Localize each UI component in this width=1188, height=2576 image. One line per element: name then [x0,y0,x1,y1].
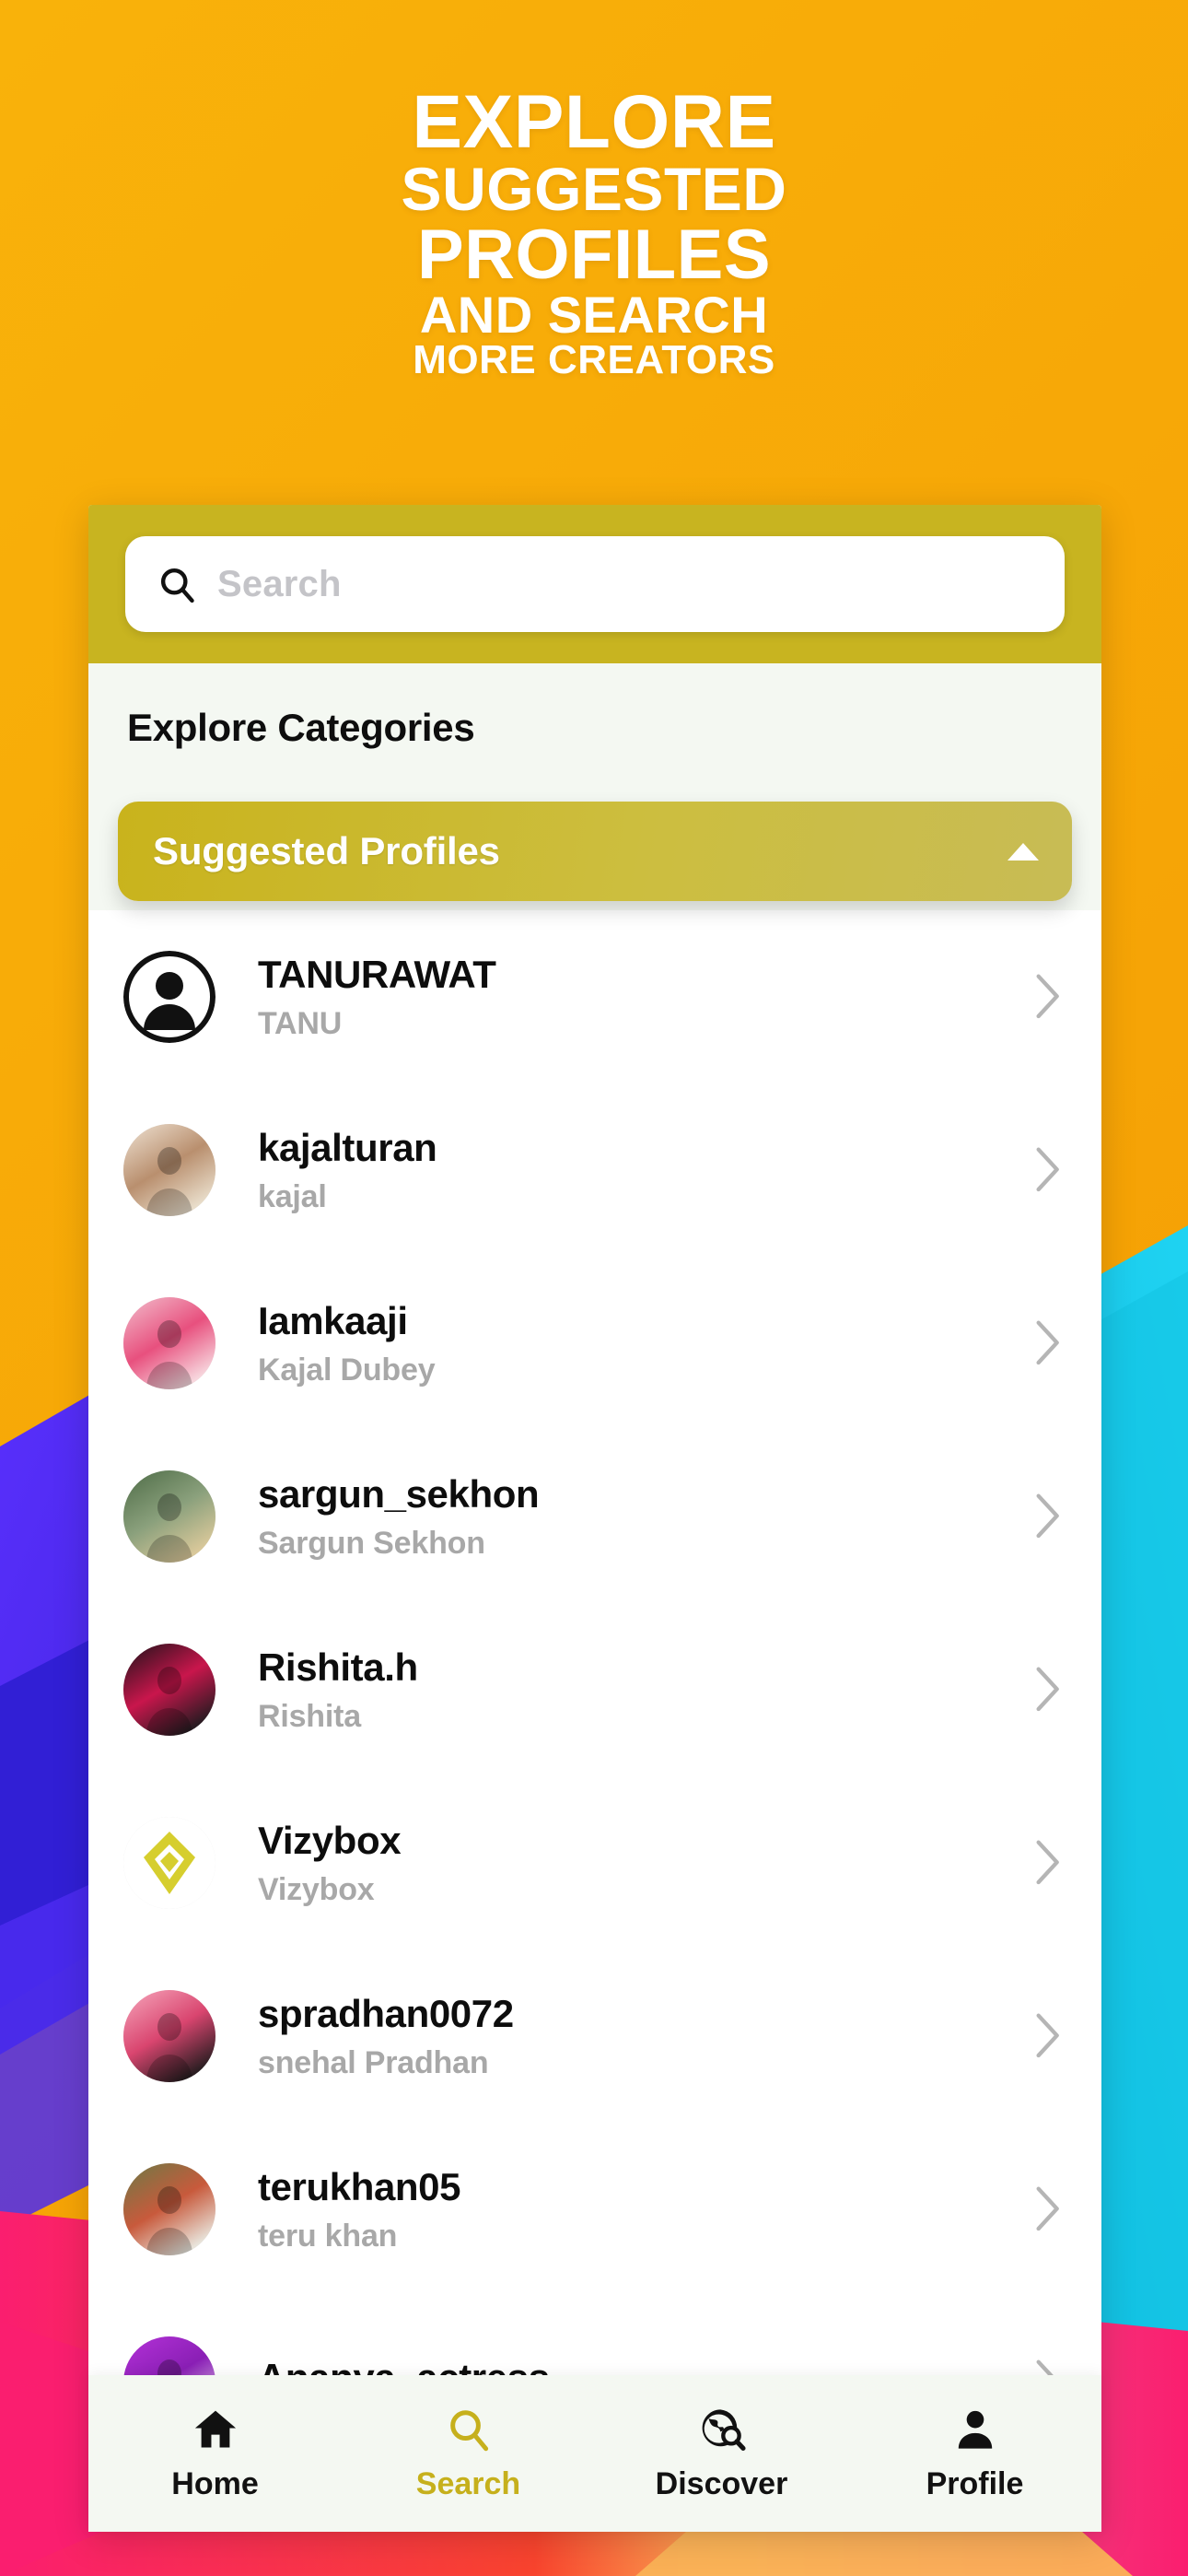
avatar [123,1470,215,1563]
chevron-right-icon[interactable] [1028,2183,1065,2236]
list-item[interactable]: spradhan0072 snehal Pradhan [88,1950,1101,2123]
chevron-right-icon[interactable] [1028,2009,1065,2063]
profile-username: kajalturan [258,1125,437,1169]
avatar [123,1297,215,1389]
globe-search-icon [698,2406,746,2453]
profile-fullname: Vizybox [258,1871,375,1907]
list-item[interactable]: TANURAWAT TANU [88,910,1101,1083]
avatar [123,1817,215,1909]
accordion-suggested-profiles[interactable]: Suggested Profiles [118,802,1072,901]
search-header-band: Search [88,505,1101,663]
profile-username: sargun_sekhon [258,1471,540,1516]
profile-text: TANURAWAT TANU [258,953,1028,1042]
chevron-right-icon[interactable] [1028,1143,1065,1197]
explore-content: Explore Categories Suggested Profiles TA… [88,663,1101,2532]
avatar [123,1990,215,2082]
list-item[interactable]: Vizybox Vizybox [88,1776,1101,1950]
profile-text: Iamkaaji Kajal Dubey [258,1299,1028,1388]
list-item[interactable]: Rishita.h Rishita [88,1603,1101,1776]
home-icon [192,2406,239,2453]
chevron-right-icon[interactable] [1028,1663,1065,1716]
nav-item-label: Profile [926,2465,1024,2501]
profile-fullname: snehal Pradhan [258,2044,489,2080]
avatar [123,1644,215,1736]
profile-fullname: Rishita [258,1698,361,1734]
profile-username: Rishita.h [258,1645,418,1689]
profile-fullname: kajal [258,1178,327,1214]
search-input-placeholder[interactable]: Search [217,564,342,605]
profile-username: terukhan05 [258,2164,461,2208]
profile-username: Vizybox [258,1818,402,1862]
profile-username: TANURAWAT [258,952,496,996]
search-field-wrapper[interactable]: Search [125,536,1065,632]
person-icon [951,2406,999,2453]
nav-item-home[interactable]: Home [88,2406,342,2502]
list-item[interactable]: sargun_sekhon Sargun Sekhon [88,1430,1101,1603]
chevron-up-icon[interactable] [1007,842,1039,861]
chevron-right-icon[interactable] [1028,1490,1065,1543]
list-item[interactable]: Iamkaaji Kajal Dubey [88,1257,1101,1430]
nav-item-label: Discover [655,2465,788,2501]
profile-text: terukhan05 teru khan [258,2165,1028,2254]
nav-item-label: Search [415,2465,521,2501]
avatar [123,951,215,1043]
search-icon [445,2406,493,2453]
profile-text: kajalturan kajal [258,1126,1028,1215]
nav-item-discover[interactable]: Discover [595,2406,848,2502]
accordion-label: Suggested Profiles [153,829,500,872]
profile-fullname: TANU [258,1005,343,1041]
profile-text: spradhan0072 snehal Pradhan [258,1992,1028,2081]
chevron-right-icon[interactable] [1028,970,1065,1024]
avatar [123,1124,215,1216]
chevron-right-icon[interactable] [1028,1317,1065,1370]
profile-fullname: Kajal Dubey [258,1352,436,1388]
list-item[interactable]: terukhan05 teru khan [88,2123,1101,2296]
suggested-profiles-list[interactable]: TANURAWAT TANU kajalturan kajal Iamkaaji… [88,910,1101,2532]
avatar [123,2163,215,2255]
profile-text: Vizybox Vizybox [258,1819,1028,1908]
profile-text: Rishita.h Rishita [258,1645,1028,1735]
nav-item-search[interactable]: Search [342,2406,595,2502]
app-screen-card: Search Explore Categories Suggested Prof… [88,505,1101,2532]
profile-username: spradhan0072 [258,1991,514,2035]
nav-item-label: Home [171,2465,259,2501]
search-icon [157,564,197,604]
nav-item-profile[interactable]: Profile [848,2406,1101,2502]
profile-text: sargun_sekhon Sargun Sekhon [258,1472,1028,1562]
list-item[interactable]: kajalturan kajal [88,1083,1101,1257]
profile-fullname: Sargun Sekhon [258,1525,485,1561]
chevron-right-icon[interactable] [1028,1836,1065,1890]
page-title: Explore Categories [127,706,475,749]
profile-fullname: teru khan [258,2218,398,2254]
profile-username: Iamkaaji [258,1298,408,1342]
bottom-navigation: Home Search Discover Profile [88,2375,1101,2532]
